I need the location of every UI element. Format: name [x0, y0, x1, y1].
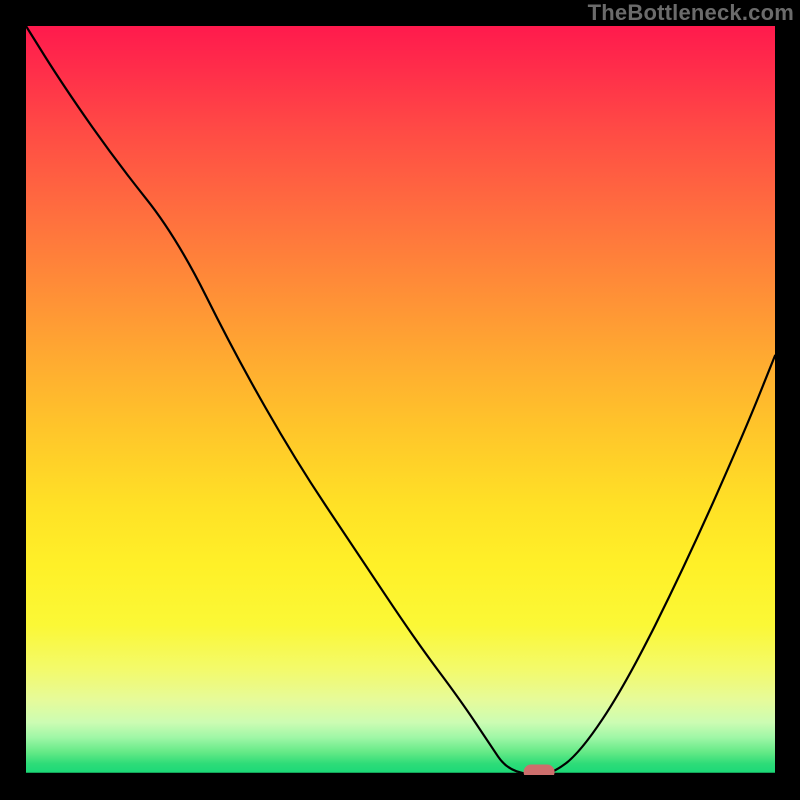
curve-layer: [26, 26, 775, 775]
optimal-marker: [524, 765, 554, 775]
watermark-text: TheBottleneck.com: [588, 0, 794, 26]
chart-frame: TheBottleneck.com: [0, 0, 800, 800]
plot-area: [26, 26, 775, 775]
bottleneck-curve: [26, 26, 775, 775]
